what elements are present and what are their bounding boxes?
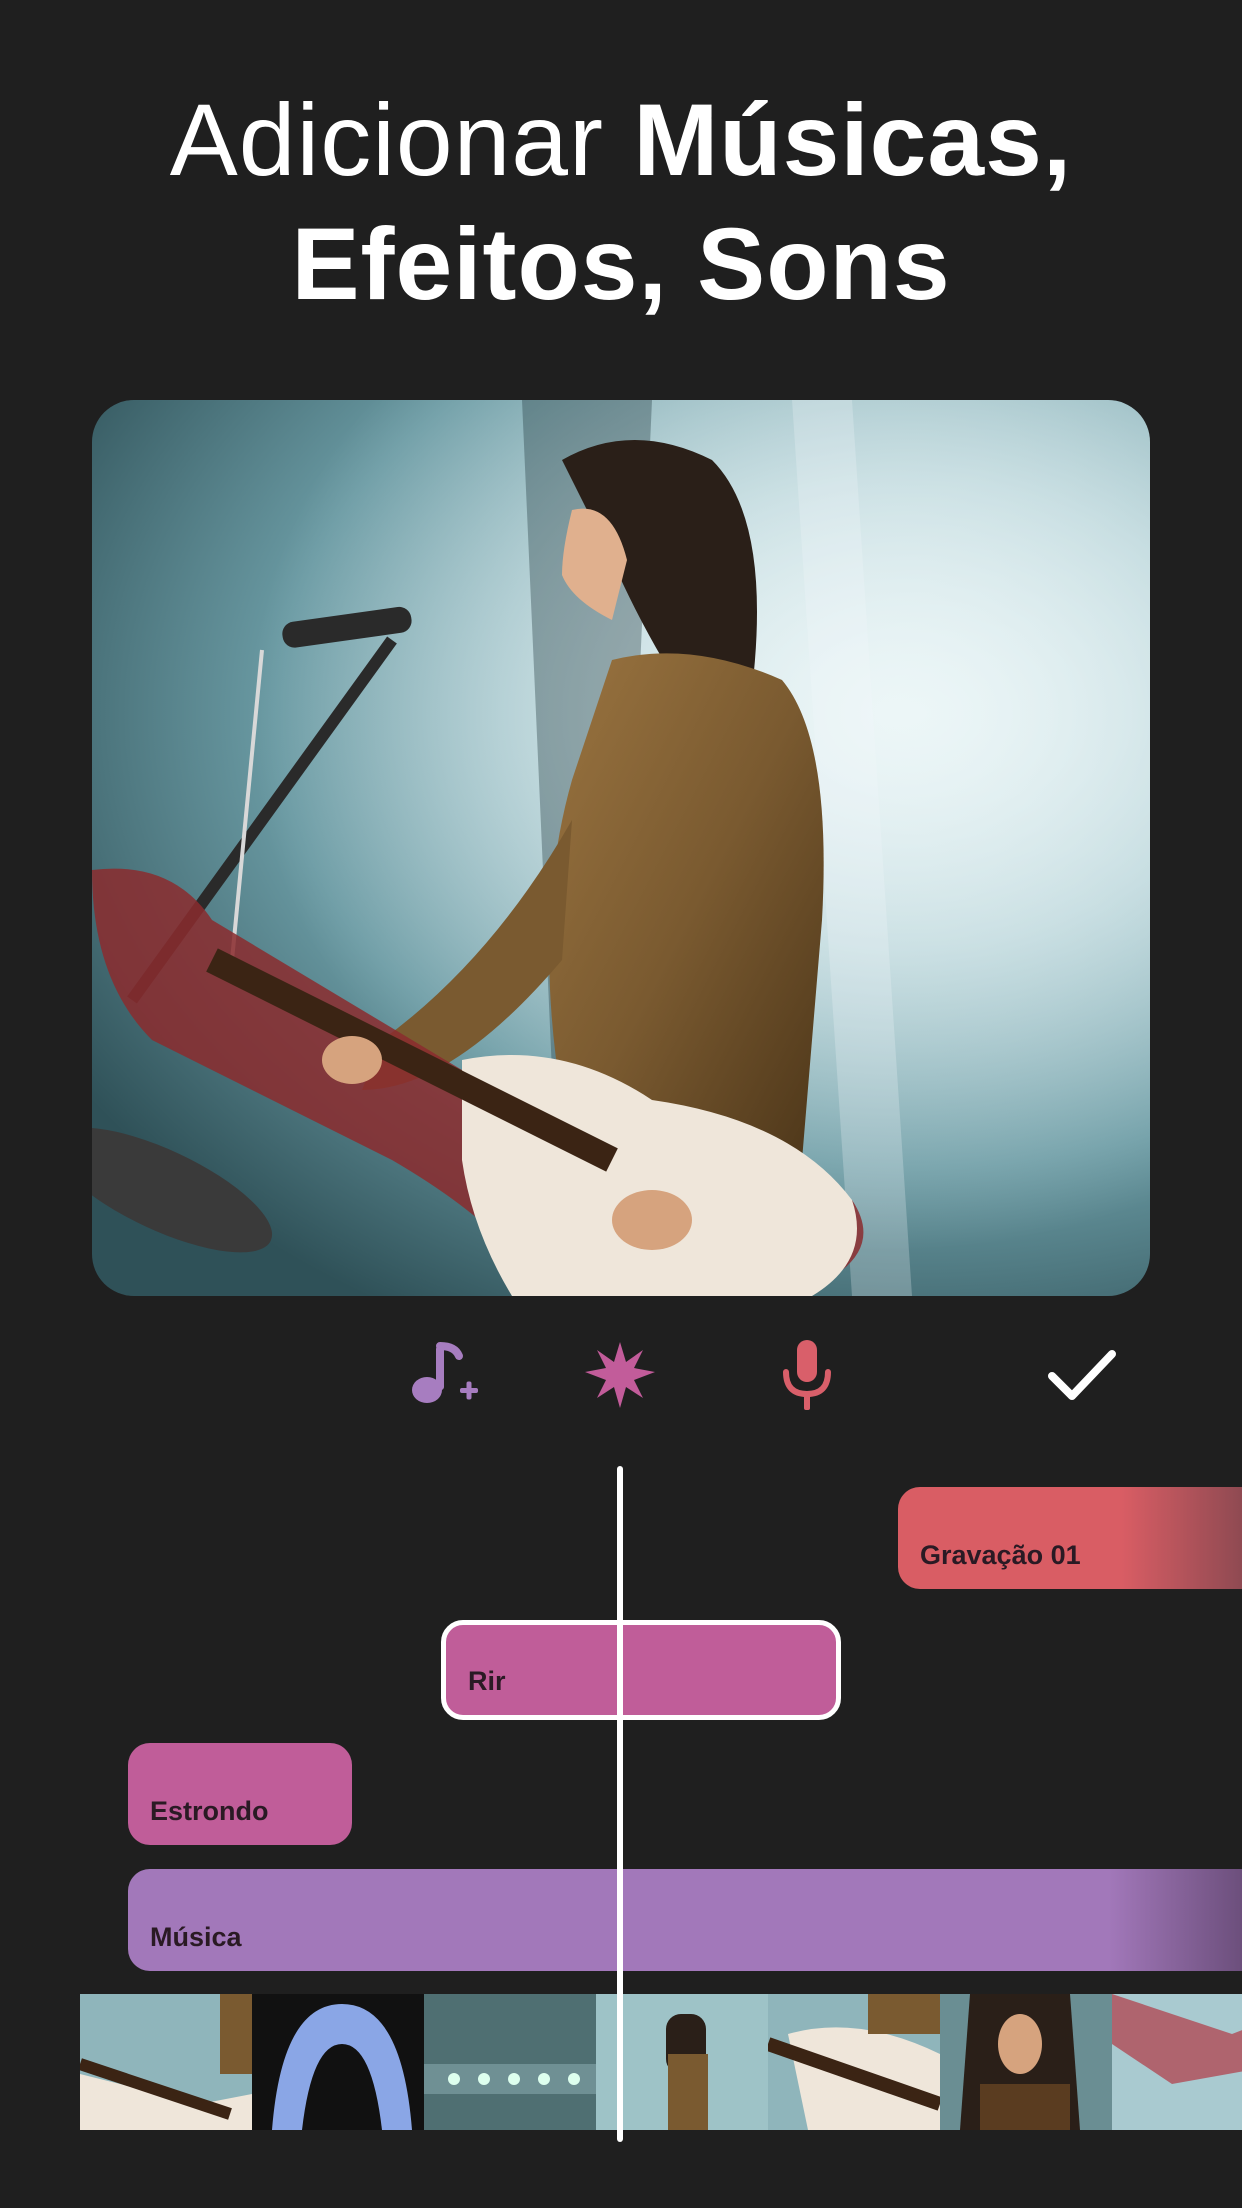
track-recording-label: Gravação 01 [920, 1540, 1081, 1570]
track-laugh-selected[interactable]: Rir [441, 1620, 841, 1720]
filmstrip-frame [1112, 1994, 1242, 2130]
timeline-playhead[interactable] [617, 1466, 623, 2142]
video-preview[interactable] [92, 400, 1150, 1296]
track-music-label: Música [150, 1922, 242, 1952]
concert-guitarist-photo [92, 400, 1150, 1296]
checkmark-icon [1048, 1350, 1116, 1400]
editor-screen: Adicionar Músicas, Efeitos, Sons Gravaçã… [0, 0, 1242, 2208]
add-effects-button[interactable] [575, 1330, 665, 1420]
promo-headline: Adicionar Músicas, Efeitos, Sons [0, 78, 1242, 326]
track-boom[interactable]: Estrondo [128, 1743, 352, 1845]
filmstrip-frame [252, 1994, 424, 2130]
filmstrip-frame [768, 1994, 940, 2130]
filmstrip-frame [424, 1994, 596, 2130]
microphone-icon [783, 1340, 831, 1410]
video-filmstrip[interactable] [80, 1994, 1242, 2130]
headline-line-1: Adicionar Músicas, [0, 78, 1242, 202]
headline-line-2: Efeitos, Sons [291, 207, 951, 321]
effects-burst-icon [585, 1342, 655, 1408]
audio-toolbar [0, 1330, 1242, 1430]
track-laugh-label: Rir [468, 1666, 506, 1696]
track-music[interactable]: Música [128, 1869, 1242, 1971]
headline-regular-text: Adicionar [169, 83, 634, 197]
track-boom-label: Estrondo [150, 1796, 269, 1826]
track-recording[interactable]: Gravação 01 [898, 1487, 1242, 1589]
add-music-button[interactable] [397, 1330, 487, 1420]
filmstrip-frame [80, 1994, 252, 2130]
filmstrip-frame [940, 1994, 1112, 2130]
music-add-icon [412, 1342, 478, 1403]
record-voice-button[interactable] [762, 1330, 852, 1420]
headline-bold-text: Músicas, [633, 83, 1073, 197]
confirm-button[interactable] [1036, 1330, 1126, 1420]
